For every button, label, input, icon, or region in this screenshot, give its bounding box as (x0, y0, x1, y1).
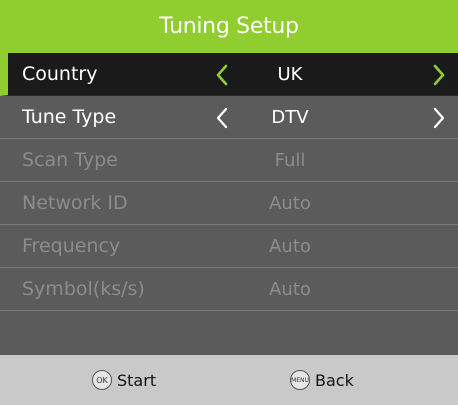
setting-label: Frequency (22, 235, 121, 257)
setting-value: DTV (271, 107, 309, 128)
setting-row-country[interactable]: Country UK (0, 53, 458, 96)
setting-row-scan-type: Scan Type Full (0, 139, 458, 182)
setting-label: Country (22, 63, 98, 85)
setting-row-symbol-rate: Symbol(ks/s) Auto (0, 268, 458, 311)
chevron-left-icon[interactable] (210, 96, 234, 139)
setting-row-frequency: Frequency Auto (0, 225, 458, 268)
page-title: Tuning Setup (159, 14, 299, 39)
ok-button-icon: OK (92, 370, 112, 390)
back-button[interactable]: MENU Back (290, 355, 354, 405)
title-bar: Tuning Setup (0, 0, 458, 53)
setting-value: Auto (269, 193, 311, 214)
chevron-right-icon[interactable] (427, 96, 451, 139)
back-label: Back (315, 370, 354, 390)
setting-label: Symbol(ks/s) (22, 278, 145, 300)
setting-row-network-id: Network ID Auto (0, 182, 458, 225)
setting-label: Tune Type (22, 106, 117, 128)
setting-label: Network ID (22, 192, 128, 214)
setting-value: Auto (269, 279, 311, 300)
start-button[interactable]: OK Start (92, 355, 156, 405)
chevron-right-icon[interactable] (427, 53, 451, 96)
start-label: Start (117, 370, 157, 390)
setting-value: Auto (269, 236, 311, 257)
footer-bar: OK Start MENU Back (0, 355, 458, 405)
tuning-setup-panel: Tuning Setup Country UK Tune Type DTV Sc… (0, 0, 458, 405)
empty-row (0, 311, 458, 353)
setting-value: Full (274, 150, 306, 171)
menu-button-icon: MENU (290, 370, 310, 390)
settings-list: Country UK Tune Type DTV Scan Type Full (0, 53, 458, 353)
setting-label: Scan Type (22, 149, 118, 171)
setting-row-tune-type[interactable]: Tune Type DTV (0, 96, 458, 139)
chevron-left-icon[interactable] (210, 53, 234, 96)
setting-value: UK (277, 64, 303, 85)
